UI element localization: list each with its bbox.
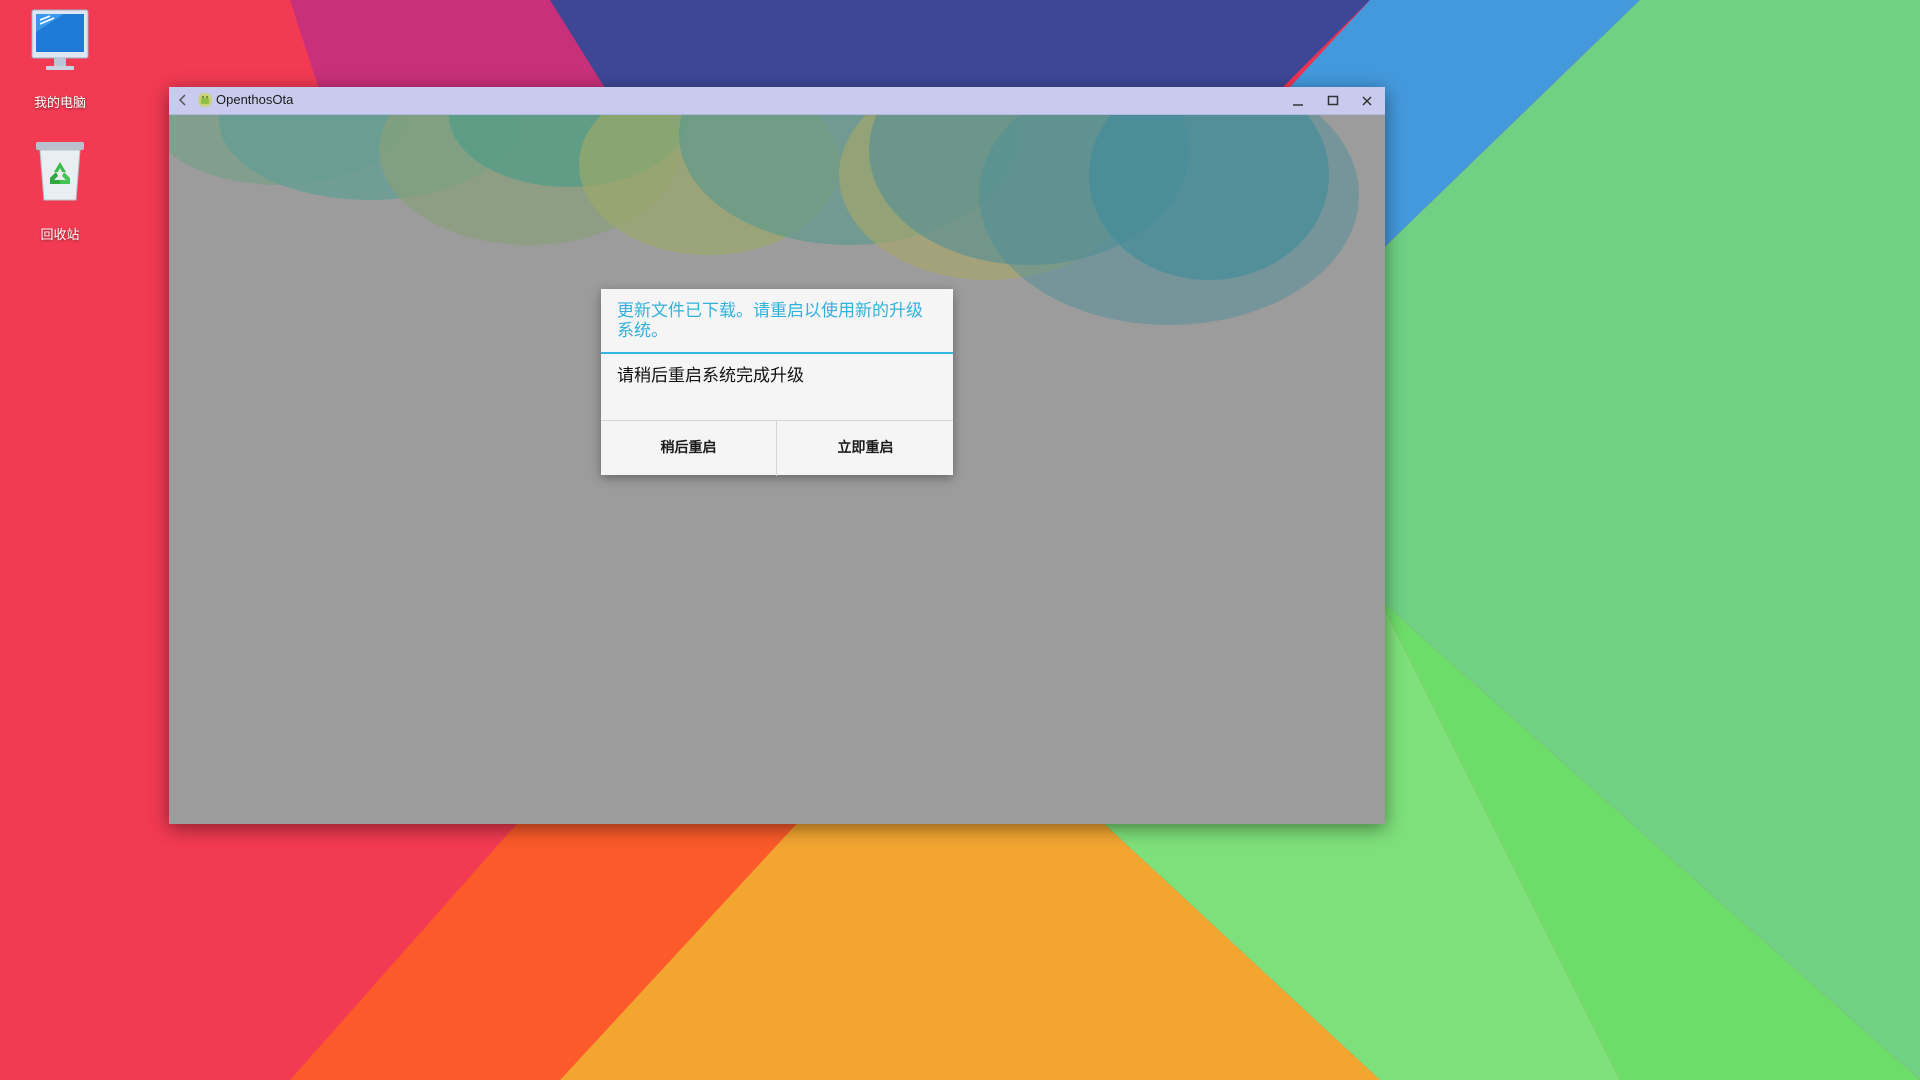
app-window: OpenthosOta 更新文件已下载。请重启以使用新的升级系统。 请稍后重启系… [169, 87, 1385, 824]
window-title: OpenthosOta [216, 92, 294, 107]
computer-monitor-icon [31, 9, 89, 70]
restart-now-button[interactable]: 立即重启 [778, 421, 953, 476]
restart-later-button[interactable]: 稍后重启 [601, 421, 776, 476]
close-icon[interactable] [1355, 91, 1379, 111]
desktop-icon-label: 回收站 [40, 228, 80, 243]
desktop: 我的电脑 回收站 OpenthosOta 更新文件已下载。请重启以使用新的升级系… [0, 0, 1920, 1080]
minimize-icon[interactable] [1286, 91, 1310, 111]
desktop-icon-label: 我的电脑 [33, 96, 86, 111]
dialog-button-bar: 稍后重启 立即重启 [601, 420, 953, 476]
recycle-bin-icon [36, 142, 84, 201]
dialog-title: 更新文件已下载。请重启以使用新的升级系统。 [617, 301, 923, 341]
window-titlebar[interactable]: OpenthosOta [169, 87, 1385, 115]
desktop-icon-recycle-bin[interactable]: 回收站 [0, 134, 120, 243]
restart-dialog: 更新文件已下载。请重启以使用新的升级系统。 请稍后重启系统完成升级 稍后重启 立… [601, 289, 953, 476]
maximize-icon[interactable] [1321, 91, 1345, 111]
dialog-title-divider [601, 352, 953, 354]
desktop-icon-my-computer[interactable]: 我的电脑 [0, 2, 120, 111]
app-content: 更新文件已下载。请重启以使用新的升级系统。 请稍后重启系统完成升级 稍后重启 立… [169, 115, 1385, 824]
chevron-left-icon[interactable] [175, 92, 191, 108]
android-ota-icon [198, 93, 212, 107]
dialog-message: 请稍后重启系统完成升级 [617, 366, 804, 386]
button-divider [776, 421, 777, 476]
